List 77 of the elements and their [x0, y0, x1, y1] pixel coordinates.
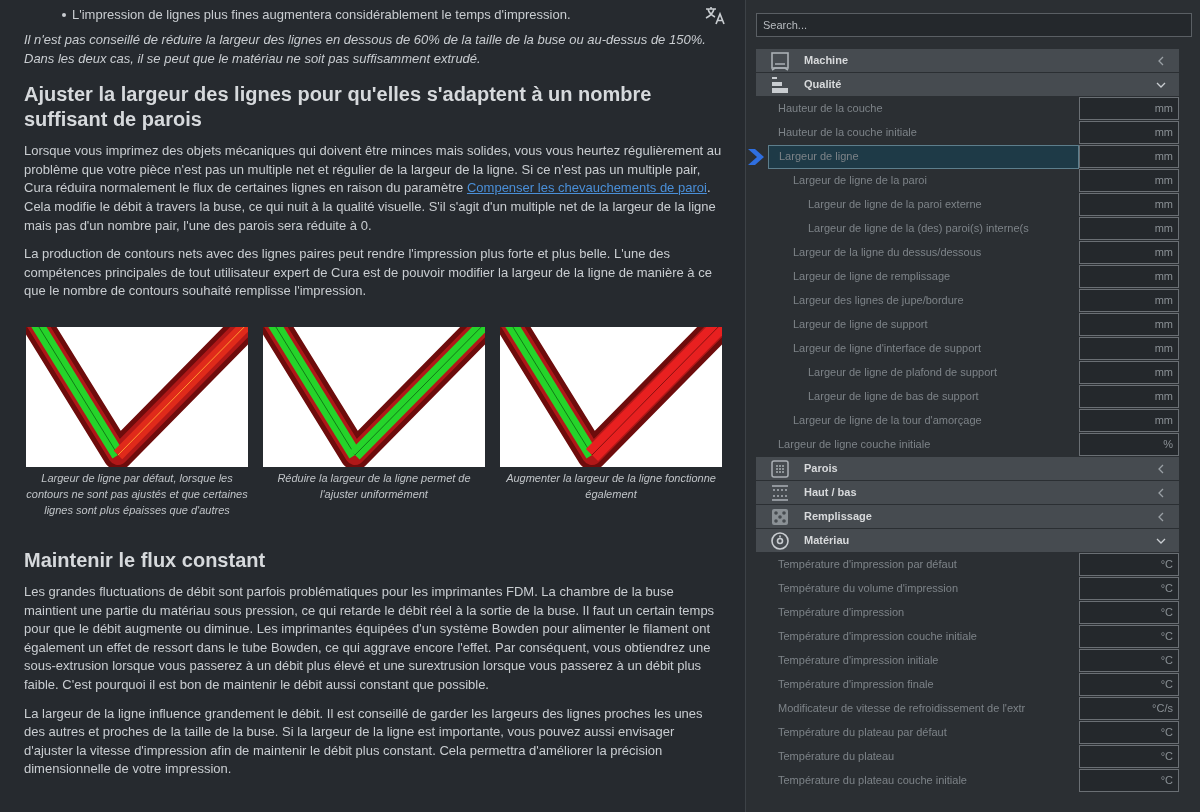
dotted-lines-icon	[770, 482, 790, 503]
value-field[interactable]: °C	[1079, 649, 1179, 672]
setting-label[interactable]: Largeur de ligne de la paroi externe	[768, 193, 1079, 217]
setting-label[interactable]: Température du plateau	[768, 745, 1079, 769]
category-header[interactable]: Haut / bas	[756, 481, 1179, 504]
value-field[interactable]: °C	[1079, 673, 1179, 696]
paragraph: Les grandes fluctuations de débit sont parfois problématiques pour les imprimantes FDM. La chambre de la buse maintient une partie du matériau sous pression, ce qui retarde le débit réel à la sortie de la buse. Il faut un certain temps pour que le débit augmente ou diminue. Les imprimantes équipées d'un système Bowden pour alimenter le filament ont également un effet de ressort dans le tube Bowden, ce qui aggrave encore l'effet. Par conséquent, vous obtiendrez une sous-extrusion lorsque vous passerez à un débit plus élevé et une surextrusion lorsque vous passerez à un débit plus faible. C'est pourquoi il est bon de maintenir le débit aussi constant que possible.	[24, 582, 716, 694]
setting-label[interactable]: Hauteur de la couche initiale	[768, 121, 1079, 145]
setting-label[interactable]: Température d'impression initiale	[768, 649, 1079, 673]
spool-icon	[770, 530, 790, 551]
value-field[interactable]: °C	[1079, 577, 1179, 600]
section-heading: Ajuster la largeur des lignes pour qu'elles s'adaptent à un nombre suffisant de parois	[24, 82, 653, 133]
setting-label[interactable]: Largeur de ligne de remplissage	[768, 265, 1079, 289]
value-field[interactable]: °C	[1079, 601, 1179, 624]
grid-icon	[770, 506, 790, 527]
value-field[interactable]: mm	[1079, 409, 1179, 432]
setting-label[interactable]: Largeur de ligne de support	[768, 313, 1079, 337]
setting-label[interactable]: Température d'impression	[768, 601, 1079, 625]
paragraph: La largeur de la ligne influence grandement le débit. Il est conseillé de garder les largeurs des lignes proches les unes des autres et proches de la taille de la buse. Si la largeur de la ligne est importante, vous pouvez aussi envisager d'ajuster la vitesse d'impression afin de maintenir le débit plus constant. Cela permettra d'améliorer la précision dimensionnelle de votre impression.	[24, 704, 704, 779]
value-field[interactable]: °C/s	[1079, 697, 1179, 720]
bullet-item: L'impression de lignes plus fines augmentera considérablement le temps d'impression.	[72, 5, 571, 24]
category-header[interactable]: Remplissage	[756, 505, 1179, 528]
link[interactable]: Compenser les chevauchements de paroi	[466, 180, 707, 196]
value-field[interactable]: mm	[1079, 217, 1179, 240]
section-heading: Maintenir le flux constant	[24, 547, 267, 573]
value-field[interactable]: mm	[1079, 385, 1179, 408]
setting-label[interactable]: Largeur de ligne d'interface de support	[768, 337, 1079, 361]
setting-label[interactable]: Température du plateau couche initiale	[768, 769, 1079, 793]
value-field[interactable]: °C	[1079, 553, 1179, 576]
value-field[interactable]: mm	[1079, 241, 1179, 264]
figure-caption: Augmenter la largeur de la ligne fonctionne également	[505, 470, 717, 502]
category-header[interactable]: Qualité	[756, 73, 1179, 96]
value-field[interactable]: mm	[1079, 289, 1179, 312]
value-field[interactable]: mm	[1079, 265, 1179, 288]
value-field[interactable]: °C	[1079, 745, 1179, 768]
setting-label[interactable]: Largeur des lignes de jupe/bordure	[768, 289, 1079, 313]
setting-label[interactable]: Température du plateau par défaut	[768, 721, 1079, 745]
setting-label[interactable]: Hauteur de la couche	[768, 97, 1079, 121]
value-field[interactable]: mm	[1079, 313, 1179, 336]
setting-label[interactable]: Température du volume d'impression	[768, 577, 1079, 601]
value-field[interactable]: mm	[1079, 169, 1179, 192]
bullet-icon	[62, 13, 66, 17]
setting-label[interactable]: Largeur de la ligne du dessus/dessous	[768, 241, 1079, 265]
setting-label[interactable]: Largeur de ligne de la paroi	[768, 169, 1079, 193]
value-field[interactable]: mm	[1079, 121, 1179, 144]
figure-caption: Réduire la largeur de la ligne permet de l'ajuster uniformément	[276, 470, 472, 502]
value-field[interactable]: mm	[1079, 361, 1179, 384]
translate-icon[interactable]	[705, 5, 725, 25]
setting-label[interactable]: Température d'impression par défaut	[768, 553, 1079, 577]
dotted-square-icon	[770, 458, 790, 479]
setting-label[interactable]: Température d'impression finale	[768, 673, 1079, 697]
setting-label[interactable]: Largeur de ligne de la (des) paroi(s) interne(s	[768, 217, 1079, 241]
setting-label[interactable]: Largeur de ligne	[768, 145, 1079, 169]
value-field[interactable]: mm	[1079, 193, 1179, 216]
value-field[interactable]: °C	[1079, 625, 1179, 648]
category-header[interactable]: Machine	[756, 49, 1179, 72]
search-field[interactable]: Search...	[756, 13, 1192, 37]
setting-label[interactable]: Largeur de ligne de la tour d'amorçage	[768, 409, 1079, 433]
paragraph: La production de contours nets avec des lignes paires peut rendre l'impression plus forte et plus belle. L'une des compétences principales de tout utilisateur expert de Cura est de pouvoir modifier la largeur de la ligne de manière à ce que le nombre de contours souhaité remplisse l'impression.	[24, 245, 713, 301]
setting-label[interactable]: Modificateur de vitesse de refroidissement de l'extr	[768, 697, 1079, 721]
paragraph: Lorsque vous imprimez des objets mécaniques qui doivent être minces mais solides, vous vous heurtez régulièrement au problème que votre pièce n'est pas un multiple net et régulier de la largeur de la ligne. Si ce n'est pas un multiple pair, Cura réduira normalement le flux de certaines lignes en raison du paramètre Compenser les chevauchements de paroi. Cela modifie le débit à travers la buse, ce qui nuit à la qualité visuelle. S'il s'agit d'un multiple net de la largeur de la ligne mais pas d'un nombre pair, l'une des parois sera réduite à 0.	[24, 142, 723, 235]
value-field[interactable]: mm	[1079, 337, 1179, 360]
value-field[interactable]: mm	[1079, 145, 1179, 168]
value-field[interactable]: °C	[1079, 769, 1179, 792]
setting-label[interactable]: Largeur de ligne couche initiale	[768, 433, 1079, 457]
bars-icon	[770, 74, 790, 95]
setting-label[interactable]: Température d'impression couche initiale	[768, 625, 1079, 649]
category-header[interactable]: Parois	[756, 457, 1179, 480]
figure-caption: Largeur de ligne par défaut, lorsque les contours ne sont pas ajustés et que certaines lignes sont plus épaisses que d'autres	[26, 470, 248, 518]
value-field[interactable]: °C	[1079, 721, 1179, 744]
value-field[interactable]: mm	[1079, 97, 1179, 120]
value-field[interactable]: %	[1079, 433, 1179, 456]
printer-icon	[770, 50, 790, 71]
note-text: Il n'est pas conseillé de réduire la largeur des lignes en dessous de 60% de la taille de la buse ou au-dessus de 150%. Dans les deux cas, il se peut que le matériau ne soit pas suffisamment extrudé.	[24, 31, 707, 68]
setting-label[interactable]: Largeur de ligne de bas de support	[768, 385, 1079, 409]
category-header[interactable]: Matériau	[756, 529, 1179, 552]
setting-label[interactable]: Largeur de ligne de plafond de support	[768, 361, 1079, 385]
